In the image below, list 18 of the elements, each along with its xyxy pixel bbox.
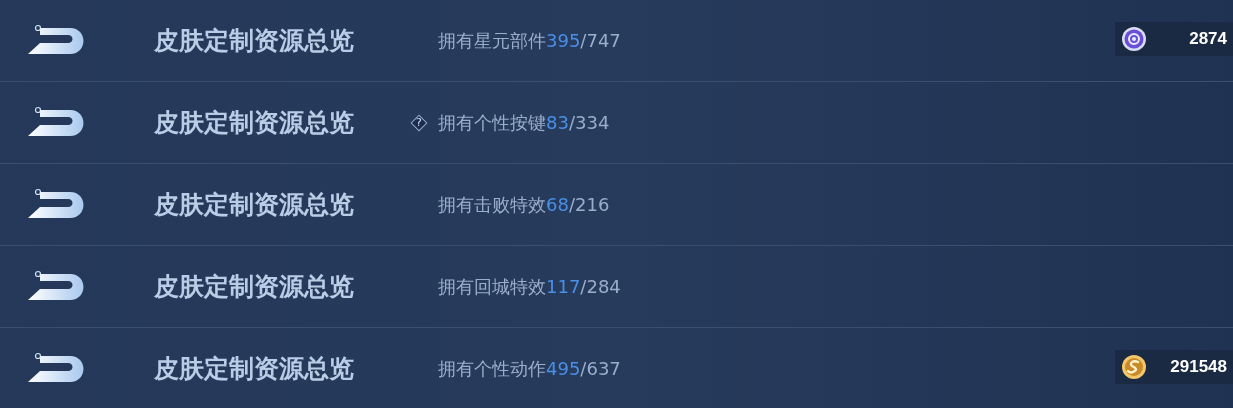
list-row[interactable]: 皮肤定制资源总览 ? 拥有个性按键83/334	[0, 82, 1233, 164]
row-title: 皮肤定制资源总览	[154, 189, 355, 221]
currency-amount: 291548	[1170, 357, 1228, 377]
list-row[interactable]: 皮肤定制资源总览 拥有击败特效68/216	[0, 164, 1233, 246]
row-title: 皮肤定制资源总览	[154, 271, 355, 303]
currency-amount: 2874	[1189, 29, 1228, 49]
list-row[interactable]: 皮肤定制资源总览 拥有星元部件395/747 2874	[0, 0, 1233, 82]
list-row[interactable]: 皮肤定制资源总览 拥有个性动作495/637 291548	[0, 328, 1233, 408]
owned-count-text: 拥有个性动作495/637	[438, 356, 621, 381]
owned-count-text: 拥有星元部件395/747	[438, 28, 621, 53]
owned-count-text: 拥有个性按键83/334	[438, 110, 610, 135]
owned-count-text: 拥有击败特效68/216	[438, 192, 610, 217]
help-button[interactable]: ?	[410, 113, 428, 132]
owned-count-text: 拥有回城特效117/284	[438, 274, 621, 299]
row-title: 皮肤定制资源总览	[154, 107, 355, 139]
list-row[interactable]: 皮肤定制资源总览 拥有回城特效117/284	[0, 246, 1233, 328]
row-title: 皮肤定制资源总览	[154, 353, 355, 385]
row-title: 皮肤定制资源总览	[154, 25, 355, 57]
